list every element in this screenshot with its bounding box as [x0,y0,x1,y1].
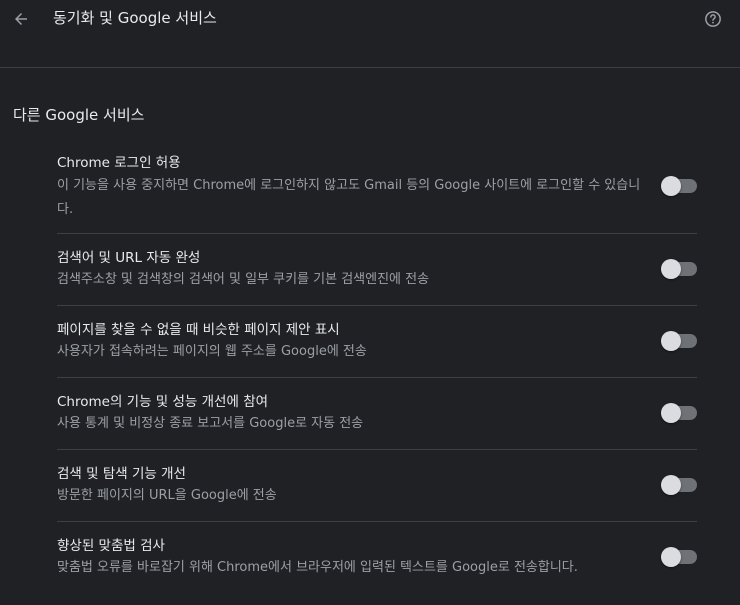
toggle-improve-chrome[interactable] [661,403,697,423]
toggle-search-browse[interactable] [661,475,697,495]
setting-row-similar-pages[interactable]: 페이지를 찾을 수 없을 때 비슷한 페이지 제안 표시 사용자가 접속하려는 … [57,306,697,378]
arrow-back-icon [15,13,27,25]
page-header: 동기화 및 Google 서비스 [0,0,740,68]
setting-text: 검색어 및 URL 자동 완성 검색주소창 및 검색창의 검색어 및 일부 쿠키… [57,248,647,292]
section-title: 다른 Google 서비스 [13,106,145,124]
toggle-knob [661,259,681,279]
setting-text: Chrome의 기능 및 성능 개선에 참여 사용 통계 및 비정상 종료 보고… [57,392,647,436]
toggle-chrome-sign-in[interactable] [661,176,697,196]
setting-label: 페이지를 찾을 수 없을 때 비슷한 페이지 제안 표시 [57,322,340,338]
back-button[interactable] [8,6,34,32]
toggle-knob [661,176,681,196]
toggle-knob [661,403,681,423]
toggle-spell-check[interactable] [661,547,697,567]
setting-row-search-browse[interactable]: 검색 및 탐색 기능 개선 방문한 페이지의 URL을 Google에 전송 [57,450,697,522]
page-title: 동기화 및 Google 서비스 [53,9,217,27]
help-button[interactable] [702,8,724,30]
toggle-similar-pages[interactable] [661,331,697,351]
setting-description: 맞춤법 오류를 바로잡기 위해 Chrome에서 브라우저에 입력된 텍스트를 … [57,560,578,575]
help-circle-icon [705,11,721,27]
setting-row-chrome-sign-in[interactable]: Chrome 로그인 허용 이 기능을 사용 중지하면 Chrome에 로그인하… [57,143,697,234]
setting-description: 사용 통계 및 비정상 종료 보고서를 Google로 자동 전송 [57,416,364,431]
setting-label: 향상된 맞춤법 검사 [57,538,165,554]
toggle-knob [661,547,681,567]
setting-text: 검색 및 탐색 기능 개선 방문한 페이지의 URL을 Google에 전송 [57,464,647,508]
setting-description: 검색주소창 및 검색창의 검색어 및 일부 쿠키를 기본 검색엔진에 전송 [57,272,430,287]
setting-label: Chrome 로그인 허용 [57,155,181,171]
settings-list: Chrome 로그인 허용 이 기능을 사용 중지하면 Chrome에 로그인하… [57,143,697,594]
setting-row-spell-check[interactable]: 향상된 맞춤법 검사 맞춤법 오류를 바로잡기 위해 Chrome에서 브라우저… [57,522,697,594]
setting-text: Chrome 로그인 허용 이 기능을 사용 중지하면 Chrome에 로그인하… [57,153,647,222]
setting-description: 방문한 페이지의 URL을 Google에 전송 [57,488,277,503]
setting-text: 향상된 맞춤법 검사 맞춤법 오류를 바로잡기 위해 Chrome에서 브라우저… [57,536,647,580]
toggle-knob [661,331,681,351]
setting-description: 이 기능을 사용 중지하면 Chrome에 로그인하지 않고도 Gmail 등의… [57,178,641,217]
setting-label: 검색 및 탐색 기능 개선 [57,466,186,482]
toggle-knob [661,475,681,495]
setting-label: Chrome의 기능 및 성능 개선에 참여 [57,394,269,410]
setting-row-autocomplete[interactable]: 검색어 및 URL 자동 완성 검색주소창 및 검색창의 검색어 및 일부 쿠키… [57,234,697,306]
setting-description: 사용자가 접속하려는 페이지의 웹 주소를 Google에 전송 [57,344,367,359]
toggle-autocomplete[interactable] [661,259,697,279]
setting-text: 페이지를 찾을 수 없을 때 비슷한 페이지 제안 표시 사용자가 접속하려는 … [57,320,647,364]
setting-label: 검색어 및 URL 자동 완성 [57,250,201,266]
setting-row-improve-chrome[interactable]: Chrome의 기능 및 성능 개선에 참여 사용 통계 및 비정상 종료 보고… [57,378,697,450]
